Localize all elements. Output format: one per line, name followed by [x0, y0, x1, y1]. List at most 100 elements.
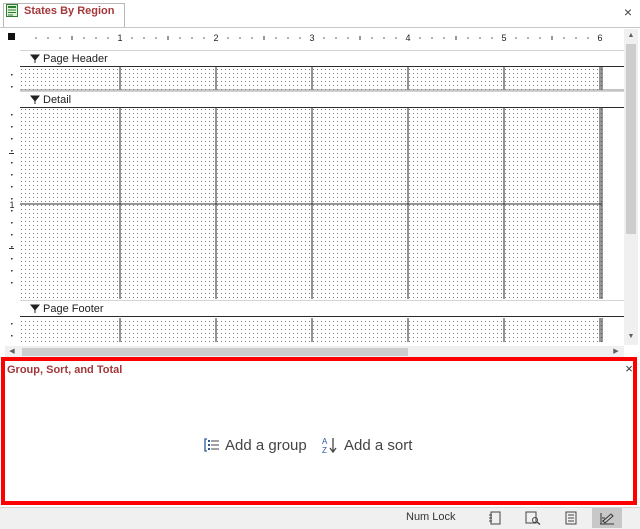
close-pane-icon[interactable]: × [622, 362, 636, 376]
ruler-tick [11, 114, 13, 116]
page-footer-section-bar[interactable] [20, 300, 624, 317]
ruler-tick [11, 222, 13, 224]
section-arrow-icon [30, 304, 40, 313]
ruler-tick [11, 234, 13, 236]
svg-text:A: A [322, 437, 328, 446]
ruler-tick [131, 37, 133, 39]
ruler-tick [275, 37, 277, 39]
document-tab-title: States By Region [24, 5, 115, 17]
ruler-tick [419, 37, 421, 39]
ruler-tick [431, 37, 433, 39]
detail-label: Detail [43, 94, 72, 106]
ruler-label: 2 [213, 33, 218, 43]
grid-dots [20, 67, 602, 90]
ruler-tick [11, 138, 13, 140]
layout-view-icon [565, 511, 577, 525]
ruler-tick [551, 36, 553, 40]
ruler-tick [11, 74, 13, 76]
report-icon [6, 4, 18, 17]
ruler-tick [107, 37, 109, 39]
page-header-section-bar[interactable] [20, 50, 624, 67]
ruler-tick [239, 37, 241, 39]
ruler-tick [383, 37, 385, 39]
add-group-button[interactable]: Add a group [204, 434, 307, 456]
group-sort-total-pane [1, 357, 637, 505]
ruler-tick [95, 37, 97, 39]
ruler-tick [359, 36, 361, 40]
ruler-tick [203, 37, 205, 39]
num-lock-indicator: Num Lock [406, 511, 456, 523]
ruler-tick [263, 36, 265, 40]
add-sort-label: Add a sort [344, 436, 413, 454]
horizontal-ruler[interactable]: 1 2 3 4 5 6 [20, 29, 624, 47]
report-view-icon [489, 511, 501, 525]
group-sort-total-title: Group, Sort, and Total [7, 364, 123, 376]
scroll-up-icon[interactable]: ▲ [624, 30, 638, 42]
sort-az-icon: A Z [322, 437, 337, 454]
ruler-tick [179, 37, 181, 39]
ruler-tick [11, 246, 13, 248]
ruler-tick [479, 37, 481, 39]
ruler-tick [575, 37, 577, 39]
ruler-tick [71, 36, 73, 40]
ruler-tick [491, 37, 493, 39]
add-group-icon [204, 438, 219, 452]
ruler-tick [287, 37, 289, 39]
ruler-tick [11, 270, 13, 272]
ruler-tick [155, 37, 157, 39]
svg-text:Z: Z [322, 446, 327, 454]
add-group-label: Add a group [225, 436, 307, 454]
ruler-tick [11, 323, 13, 325]
ruler-tick [371, 37, 373, 39]
ruler-tick [539, 37, 541, 39]
grid-dots [20, 318, 602, 342]
ruler-label: 6 [597, 33, 602, 43]
ruler-tick [9, 153, 14, 154]
ruler-tick [167, 36, 169, 40]
ruler-tick [191, 37, 193, 39]
ruler-tick [11, 186, 13, 188]
horizontal-scrollbar-thumb[interactable] [22, 348, 408, 356]
ruler-tick [35, 37, 37, 39]
ruler-tick [9, 248, 14, 249]
ruler-label: 5 [501, 33, 506, 43]
close-document-icon[interactable]: × [620, 4, 636, 20]
ruler-tick [443, 37, 445, 39]
add-sort-button[interactable]: A Z Add a sort [321, 434, 412, 456]
scroll-down-icon[interactable]: ▼ [624, 331, 638, 343]
ruler-tick [587, 37, 589, 39]
ruler-tick [251, 37, 253, 39]
vertical-ruler[interactable]: 1 [5, 48, 19, 342]
layout-view-button[interactable] [556, 508, 586, 528]
ruler-tick [11, 162, 13, 164]
ruler-tick [11, 174, 13, 176]
design-view-icon [600, 513, 614, 525]
ruler-tick [47, 37, 49, 39]
vertical-scrollbar-thumb[interactable] [626, 44, 636, 234]
ruler-label: 1 [117, 33, 122, 43]
print-preview-button[interactable] [518, 508, 548, 528]
detail-section-bar[interactable] [20, 91, 624, 108]
ruler-tick [347, 37, 349, 39]
ruler-tick [455, 36, 457, 40]
print-preview-icon [525, 511, 541, 525]
ruler-label: 1 [9, 200, 14, 210]
ruler-tick [395, 37, 397, 39]
ruler-tick [467, 37, 469, 39]
section-arrow-icon [30, 95, 40, 104]
ruler-tick [83, 37, 85, 39]
ruler-tick [11, 335, 13, 337]
ruler-tick [299, 37, 301, 39]
report-view-button[interactable] [480, 508, 510, 528]
ruler-tick [323, 37, 325, 39]
ruler-tick [11, 126, 13, 128]
page-footer-label: Page Footer [43, 303, 104, 315]
select-report-box[interactable] [5, 30, 19, 44]
ruler-tick [515, 37, 517, 39]
ruler-tick [527, 37, 529, 39]
ruler-tick [143, 37, 145, 39]
design-view-button[interactable] [592, 508, 622, 528]
ruler-tick [11, 282, 13, 284]
ruler-tick [59, 37, 61, 39]
ruler-label: 4 [405, 33, 410, 43]
